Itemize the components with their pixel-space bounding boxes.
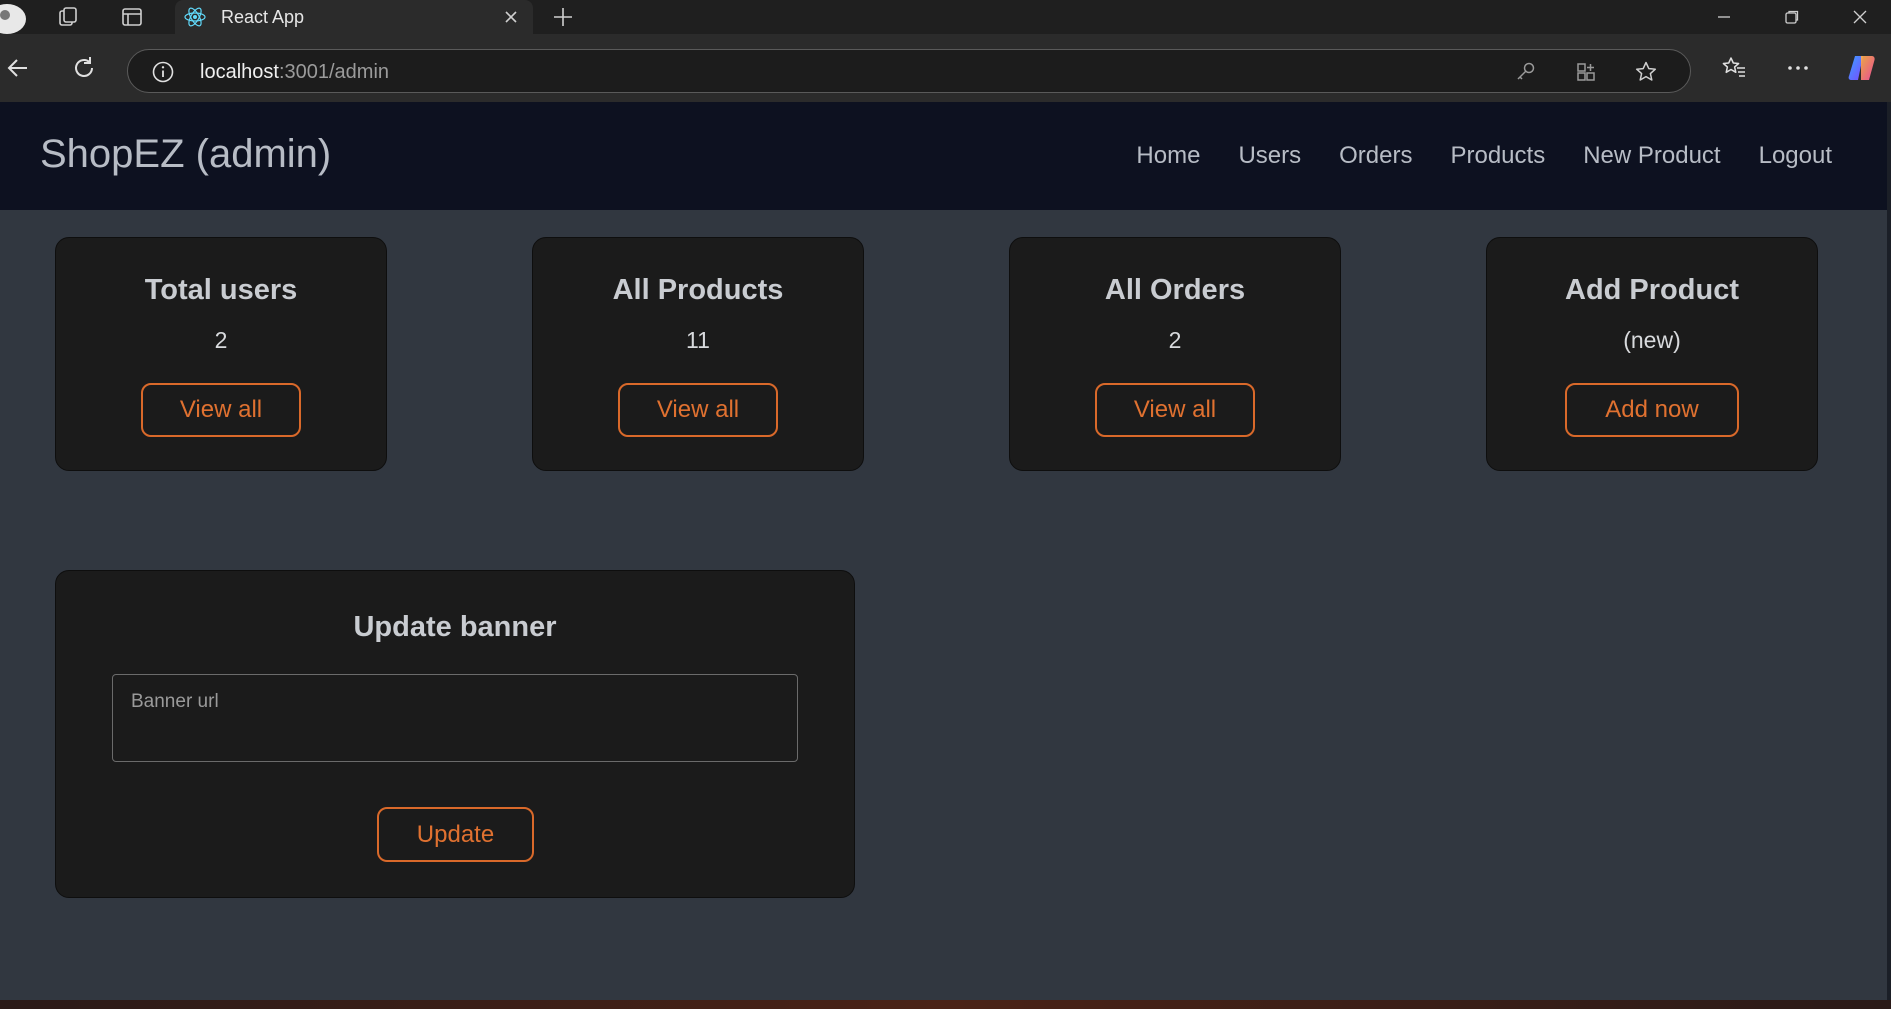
back-arrow-icon[interactable]	[2, 52, 34, 84]
browser-tab-bar: React App	[0, 0, 1891, 34]
add-now-button[interactable]: Add now	[1565, 383, 1739, 437]
scroll-edge	[1887, 102, 1891, 1000]
profile-avatar-icon[interactable]	[0, 4, 26, 34]
nav-new-product[interactable]: New Product	[1583, 142, 1720, 170]
update-banner-card: Update banner Update	[55, 570, 855, 898]
nav-orders[interactable]: Orders	[1339, 142, 1412, 170]
view-all-orders-button[interactable]: View all	[1095, 383, 1255, 437]
app-viewport: ShopEZ (admin) Home Users Orders Product…	[0, 102, 1891, 1000]
card-title: Total users	[144, 274, 298, 306]
card-title: All Products	[612, 274, 784, 306]
banner-card-title: Update banner	[353, 611, 557, 643]
nav-products[interactable]: Products	[1450, 142, 1545, 170]
tab-title: React App	[221, 7, 305, 27]
top-navbar: ShopEZ (admin) Home Users Orders Product…	[0, 102, 1887, 210]
favorites-icon[interactable]	[1718, 52, 1750, 84]
card-title: All Orders	[1104, 274, 1246, 306]
new-tab-icon[interactable]	[550, 4, 576, 30]
browser-tab-react-app[interactable]: React App	[175, 0, 533, 34]
banner-url-input[interactable]	[112, 674, 798, 762]
close-window-icon[interactable]	[1845, 4, 1875, 30]
view-all-users-button[interactable]: View all	[141, 383, 301, 437]
view-all-products-button[interactable]: View all	[618, 383, 778, 437]
nav-logout[interactable]: Logout	[1759, 142, 1832, 170]
card-value: (new)	[1623, 327, 1681, 353]
close-tab-icon[interactable]	[499, 5, 523, 29]
minimize-icon[interactable]	[1709, 4, 1739, 30]
reload-icon[interactable]	[68, 52, 100, 84]
app-available-icon[interactable]	[1572, 59, 1600, 85]
workspaces-icon[interactable]	[55, 4, 81, 30]
favorite-star-icon[interactable]	[1632, 59, 1660, 85]
site-info-icon[interactable]	[150, 59, 176, 85]
url-text: localhost:3001/admin	[200, 61, 390, 83]
nav-home[interactable]: Home	[1136, 142, 1200, 170]
taskbar-edge	[0, 1000, 1891, 1009]
tab-actions-icon[interactable]	[119, 4, 145, 30]
nav-users[interactable]: Users	[1238, 142, 1301, 170]
card-title: Add Product	[1565, 274, 1739, 306]
all-products-card: All Products 11 View all	[532, 237, 864, 471]
add-product-card: Add Product (new) Add now	[1486, 237, 1818, 471]
copilot-icon[interactable]	[1846, 52, 1878, 84]
total-users-card: Total users 2 View all	[55, 237, 387, 471]
browser-address-row: localhost:3001/admin	[0, 34, 1891, 102]
update-banner-button[interactable]: Update	[377, 807, 534, 862]
card-value: 2	[1168, 327, 1182, 353]
password-key-icon[interactable]	[1512, 59, 1540, 85]
card-value: 2	[214, 327, 228, 353]
brand-title[interactable]: ShopEZ (admin)	[40, 132, 331, 177]
address-bar[interactable]: localhost:3001/admin	[127, 49, 1691, 93]
more-options-icon[interactable]	[1782, 52, 1814, 84]
restore-icon[interactable]	[1777, 4, 1807, 30]
nav-links: Home Users Orders Products New Product L…	[1098, 142, 1832, 170]
react-logo-icon	[183, 5, 207, 29]
card-value: 11	[686, 327, 710, 353]
all-orders-card: All Orders 2 View all	[1009, 237, 1341, 471]
